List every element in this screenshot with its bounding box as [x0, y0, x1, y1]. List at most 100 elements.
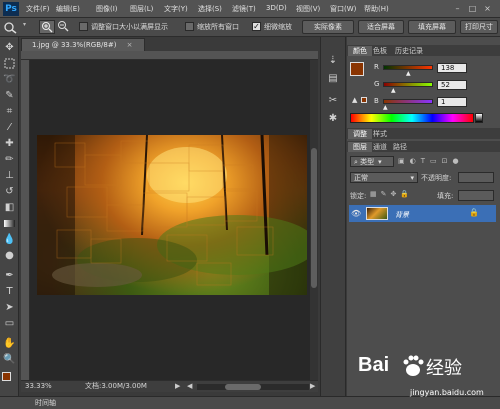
move-tool-icon[interactable]: ✥ [3, 41, 16, 54]
eraser-tool-icon[interactable]: ◧ [3, 201, 16, 214]
zoom-level[interactable]: 33.33% [25, 381, 52, 392]
black-white-ramp[interactable] [475, 113, 483, 123]
gradient-tool-icon[interactable] [3, 217, 16, 230]
app-logo: Ps [3, 2, 19, 16]
blur-tool-icon[interactable]: 💧 [3, 233, 16, 246]
foreground-color-swatch[interactable] [2, 372, 11, 381]
menu-type[interactable]: 文字(Y) [164, 4, 188, 14]
brush-panel-icon[interactable]: ✂ [326, 94, 340, 108]
blue-slider[interactable] [383, 99, 433, 104]
status-menu-arrow-icon[interactable]: ▶ [175, 381, 180, 392]
green-slider-thumb[interactable]: ▲ [391, 87, 396, 94]
actual-pixels-button[interactable]: 实际像素 [302, 20, 354, 34]
scrubby-zoom-label: 细微缩放 [264, 23, 292, 31]
top-ruler [21, 51, 318, 60]
lock-label: 锁定: [350, 192, 367, 200]
zoom-out-mode-button[interactable] [56, 20, 72, 34]
eyedropper-tool-icon[interactable]: ⁄ [3, 121, 16, 134]
document-image[interactable] [37, 135, 307, 295]
zoom-in-mode-button[interactable] [39, 20, 55, 34]
quick-select-tool-icon[interactable]: ✎ [3, 89, 16, 102]
vertical-scrollbar-thumb[interactable] [311, 148, 317, 288]
blend-mode-value: 正常 [354, 174, 368, 182]
marquee-tool-icon[interactable] [3, 57, 16, 70]
scrubby-zoom-checkbox[interactable]: ✓ [252, 22, 261, 31]
menu-select[interactable]: 选择(S) [198, 4, 222, 14]
lock-options-icons[interactable]: ▦✎✥🔒 [370, 190, 434, 200]
blue-slider-thumb[interactable]: ▲ [383, 104, 388, 111]
red-slider-thumb[interactable]: ▲ [406, 70, 411, 77]
menu-3d[interactable]: 3D(D) [266, 4, 287, 12]
menu-image[interactable]: 图像(I) [96, 4, 118, 14]
document-tab-title: 1.jpg @ 33.3%(RGB/8#) [32, 41, 117, 49]
red-value-input[interactable]: 138 [437, 63, 467, 73]
zoom-all-windows-checkbox[interactable] [185, 22, 194, 31]
menu-edit[interactable]: 编辑(E) [56, 4, 80, 14]
fill-input[interactable] [458, 190, 494, 201]
scroll-right-arrow-icon[interactable]: ▶ [310, 381, 315, 392]
zoom-tool-preset-icon[interactable] [3, 21, 17, 34]
shape-tool-icon[interactable]: ▭ [3, 317, 16, 330]
horizontal-scrollbar-thumb[interactable] [225, 384, 261, 390]
minimize-button[interactable]: – [452, 3, 463, 14]
history-panel-icon[interactable]: ⇣ [326, 54, 340, 68]
watermark-brand: Bai [358, 354, 390, 376]
menu-file[interactable]: 文件(F) [26, 4, 50, 14]
menu-window[interactable]: 窗口(W) [330, 4, 356, 14]
brush-presets-panel-icon[interactable]: ✱ [326, 112, 340, 126]
fit-screen-button[interactable]: 适合屏幕 [358, 20, 404, 34]
gamut-color-swatch[interactable] [361, 97, 367, 103]
hand-tool-icon[interactable]: ✋ [3, 337, 16, 350]
tab-styles[interactable]: 样式 [368, 129, 392, 139]
maximize-button[interactable]: □ [467, 3, 478, 14]
brush-tool-icon[interactable]: ✏ [3, 153, 16, 166]
close-window-button[interactable]: × [482, 3, 493, 14]
clone-stamp-tool-icon[interactable]: ⊥ [3, 169, 16, 182]
lasso-tool-icon[interactable]: ➰ [3, 73, 16, 86]
preset-dropdown-icon[interactable]: ▾ [23, 21, 27, 34]
type-tool-icon[interactable]: T [3, 285, 16, 298]
eye-icon[interactable]: 👁 [351, 209, 361, 218]
chevron-down-icon: ▾ [378, 158, 382, 166]
document-tab-close-icon[interactable]: × [127, 41, 133, 49]
document-size: 文档:3.00M/3.00M [85, 382, 147, 390]
print-size-button[interactable]: 打印尺寸 [460, 20, 498, 34]
timeline-label: 时间轴 [35, 399, 56, 407]
layer-filter-kind-select[interactable]: ⌕ 类型 ▾ [350, 156, 394, 167]
green-value-input[interactable]: 52 [437, 80, 467, 90]
blend-mode-select[interactable]: 正常 ▾ [350, 172, 418, 183]
tab-history[interactable]: 历史记录 [390, 46, 428, 56]
baidu-watermark: Bai 经验 jingyan.baidu.com [350, 350, 498, 406]
layer-filter-kind-value: 类型 [360, 158, 375, 166]
color-spectrum-bar[interactable] [350, 113, 474, 123]
opacity-input[interactable] [458, 172, 494, 183]
resize-windows-checkbox[interactable] [79, 22, 88, 31]
out-of-gamut-warning-icon[interactable]: ▲ [352, 96, 357, 104]
zoom-tool-icon[interactable]: 🔍 [3, 353, 16, 366]
actions-panel-icon[interactable]: ▤ [326, 72, 340, 86]
menu-layer[interactable]: 图层(L) [130, 4, 153, 14]
collapsed-panel-dock [320, 37, 346, 396]
path-select-tool-icon[interactable]: ➤ [3, 301, 16, 314]
opacity-label: 不透明度: [421, 174, 452, 182]
menu-view[interactable]: 视图(V) [296, 4, 320, 14]
dodge-tool-icon[interactable]: ● [3, 249, 16, 262]
tab-swatches[interactable]: 色板 [368, 46, 392, 56]
document-tab[interactable]: 1.jpg @ 33.3%(RGB/8#) × [21, 38, 145, 51]
pen-tool-icon[interactable]: ✒ [3, 269, 16, 282]
image-detail-overlay [37, 135, 307, 295]
healing-brush-tool-icon[interactable]: ✚ [3, 137, 16, 150]
layer-filter-icons[interactable]: ▣◐T▭⊡● [398, 157, 496, 167]
resize-windows-label: 调整窗口大小以满屏显示 [91, 23, 168, 31]
history-brush-tool-icon[interactable]: ↺ [3, 185, 16, 198]
watermark-url: jingyan.baidu.com [410, 388, 484, 397]
layer-name[interactable]: 背景 [395, 210, 409, 220]
tab-paths[interactable]: 路径 [388, 142, 412, 152]
crop-tool-icon[interactable]: ⌗ [3, 105, 16, 118]
menu-help[interactable]: 帮助(H) [364, 4, 389, 14]
fill-screen-button[interactable]: 填充屏幕 [408, 20, 456, 34]
blue-value-input[interactable]: 1 [437, 97, 467, 107]
color-panel-foreground-swatch[interactable] [350, 62, 364, 76]
menu-filter[interactable]: 滤镜(T) [232, 4, 256, 14]
scroll-left-arrow-icon[interactable]: ◀ [187, 381, 192, 392]
